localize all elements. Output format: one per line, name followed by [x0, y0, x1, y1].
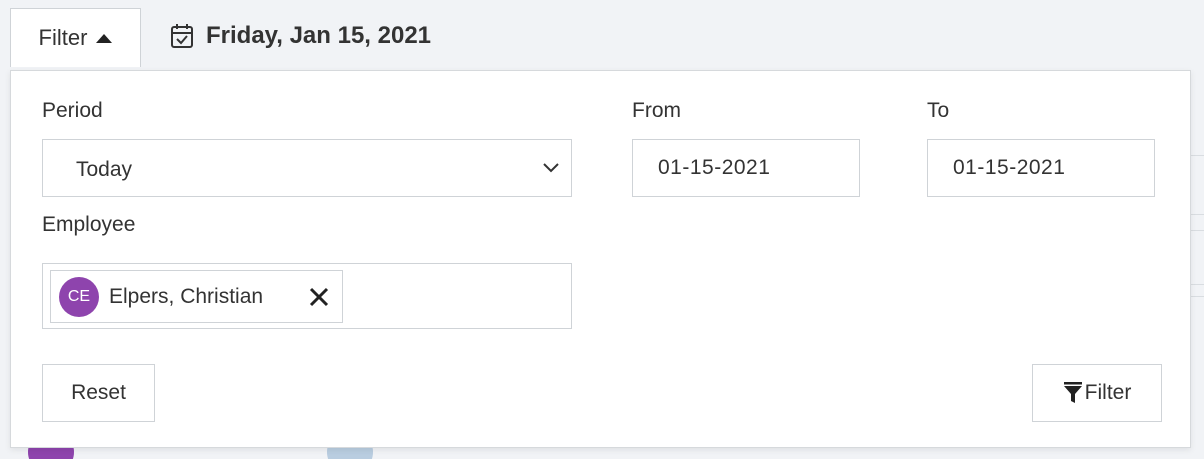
calendar-icon	[171, 24, 193, 48]
avatar-initials: CE	[67, 287, 91, 305]
reset-button[interactable]: Reset	[42, 364, 155, 422]
background-divider	[1190, 284, 1204, 285]
background-divider	[1190, 155, 1204, 156]
employee-chip: CE Elpers, Christian	[50, 270, 343, 323]
from-date-input[interactable]	[632, 139, 860, 197]
period-label: Period	[42, 99, 103, 122]
avatar: CE	[59, 276, 99, 317]
background-divider	[1190, 296, 1204, 297]
background-divider	[1190, 214, 1204, 215]
period-select-value: Today	[76, 158, 133, 181]
to-label: To	[927, 99, 950, 122]
employee-label: Employee	[42, 213, 136, 236]
period-select[interactable]: Today	[42, 139, 572, 197]
remove-employee-button[interactable]	[308, 286, 330, 313]
filter-panel: Period Today From To Employee CE Elpers,…	[10, 70, 1191, 448]
reset-button-label: Reset	[71, 381, 126, 404]
close-icon	[309, 287, 329, 307]
employee-multiselect[interactable]: CE Elpers, Christian	[42, 263, 572, 329]
to-date-input[interactable]	[927, 139, 1155, 197]
caret-up-icon	[96, 33, 113, 43]
apply-filter-button[interactable]: Filter	[1032, 364, 1162, 422]
apply-filter-label: Filter	[1084, 381, 1132, 404]
employee-chip-name: Elpers, Christian	[109, 284, 264, 308]
filter-toggle-label: Filter	[38, 25, 88, 50]
filter-toggle-button[interactable]: Filter	[10, 8, 141, 67]
from-label: From	[632, 99, 681, 122]
chevron-down-icon	[543, 163, 559, 173]
date-text: Friday, Jan 15, 2021	[206, 22, 432, 49]
current-date: Friday, Jan 15, 2021	[170, 20, 431, 52]
funnel-icon	[1063, 382, 1082, 403]
background-divider	[1190, 230, 1204, 231]
